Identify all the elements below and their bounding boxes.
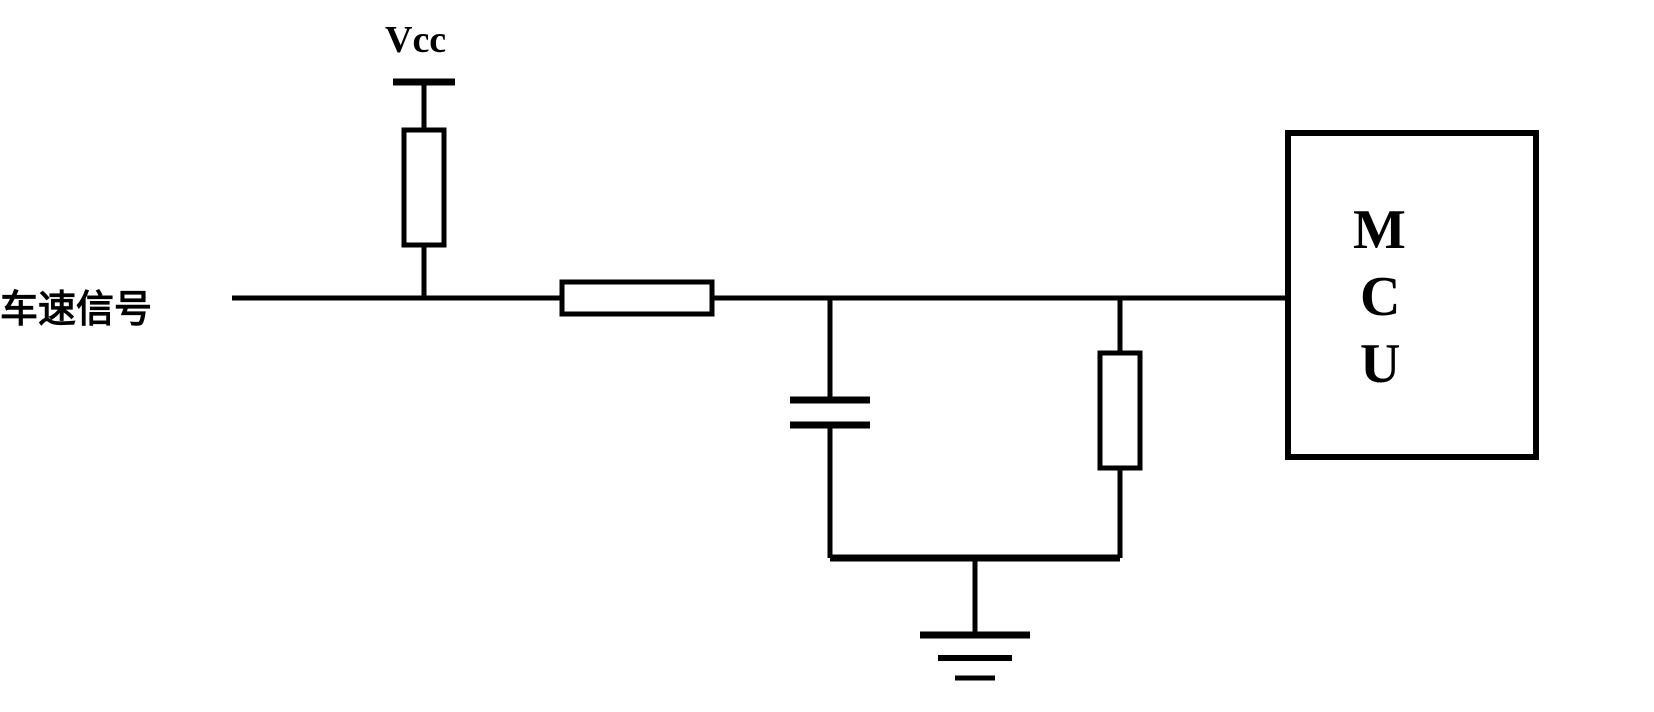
pullup-resistor [404,130,444,245]
pulldown-resistor [1100,353,1140,468]
circuit-diagram [0,0,1654,712]
mcu-block [1288,133,1536,457]
series-resistor [562,282,712,314]
